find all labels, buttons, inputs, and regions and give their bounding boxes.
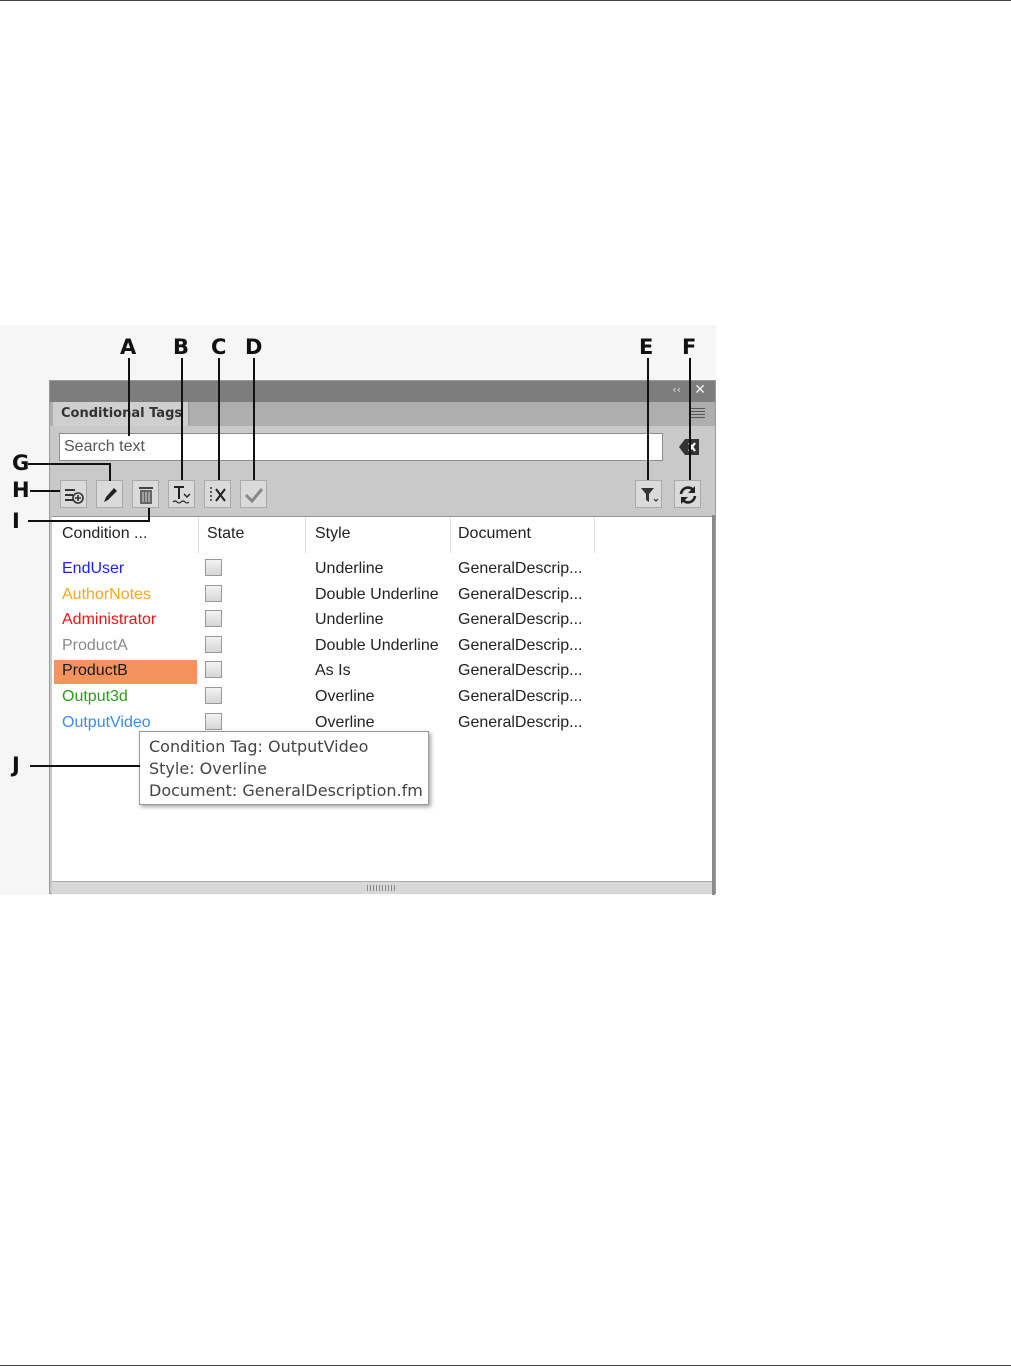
refresh-icon (679, 486, 697, 504)
condition-name[interactable]: AuthorNotes (62, 586, 151, 604)
search-input[interactable]: Search text (59, 433, 663, 461)
new-tag-icon (65, 489, 84, 504)
callout-line-j (30, 765, 140, 767)
panel-right-edge (712, 515, 715, 895)
style-value: As Is (315, 662, 351, 680)
callout-i: I (12, 509, 20, 533)
tab-conditional-tags[interactable]: Conditional Tags (53, 402, 189, 426)
style-value: Double Underline (315, 636, 439, 654)
state-checkbox[interactable] (205, 687, 222, 704)
remove-tags-button[interactable] (204, 480, 231, 508)
style-value: Underline (315, 560, 384, 577)
callout-d: D (245, 335, 263, 359)
delete-tag-button[interactable] (132, 480, 159, 508)
table-row[interactable]: Output3d Overline GeneralDescrip... (52, 686, 612, 710)
table-row[interactable]: AuthorNotes Double Underline GeneralDescri… (52, 584, 612, 608)
state-checkbox[interactable] (205, 661, 222, 679)
callout-line-g-drop (109, 463, 111, 481)
filter-button[interactable] (635, 480, 662, 508)
style-value: Overline (315, 688, 375, 705)
tooltip-condition: Condition Tag: OutputVideo (149, 737, 369, 756)
style-value: Double Underline (315, 585, 439, 603)
document-value: GeneralDescrip... (458, 688, 583, 705)
column-separator (594, 517, 595, 553)
condition-name[interactable]: ProductA (62, 637, 128, 655)
filter-icon (641, 488, 659, 502)
apply-style-button[interactable] (168, 480, 195, 508)
callout-line-b (181, 358, 183, 480)
state-checkbox[interactable] (205, 584, 222, 602)
callout-h: H (12, 478, 30, 502)
callout-e: E (639, 335, 654, 359)
state-checkbox[interactable] (205, 559, 222, 576)
column-separator (305, 517, 306, 553)
callout-line-h (30, 490, 60, 492)
callout-f: F (682, 335, 697, 359)
callout-b: B (173, 335, 190, 359)
resize-grip-icon[interactable] (367, 885, 397, 891)
new-tag-button[interactable] (60, 480, 87, 508)
condition-list[interactable]: Condition ... State Style Document EndUs… (52, 516, 712, 884)
page-top-rule (0, 0, 1011, 1)
document-value: GeneralDescrip... (458, 636, 583, 654)
column-separator (198, 517, 199, 553)
callout-line-a (128, 358, 130, 436)
condition-name[interactable]: Output3d (62, 688, 128, 706)
table-row[interactable]: EndUser Underline GeneralDescrip... (52, 558, 612, 582)
remove-tags-icon (210, 487, 226, 503)
apply-style-icon (172, 486, 191, 504)
callout-line-c (218, 358, 220, 480)
document-value: GeneralDescrip... (458, 560, 583, 577)
callout-j: J (12, 753, 20, 777)
tab-strip: Conditional Tags (50, 402, 715, 426)
state-checkbox[interactable] (205, 712, 222, 730)
table-row[interactable]: ProductB As Is GeneralDescrip... (52, 660, 612, 685)
condition-name[interactable]: OutputVideo (62, 714, 151, 732)
refresh-button[interactable] (674, 480, 701, 508)
document-value: GeneralDescrip... (458, 713, 583, 731)
state-checkbox[interactable] (205, 610, 222, 628)
check-icon (244, 488, 264, 504)
panel-menu-icon[interactable] (691, 408, 705, 419)
panel-titlebar[interactable]: ‹‹ ✕ (50, 381, 715, 402)
tag-tooltip: Condition Tag: OutputVideo Style: Overli… (139, 731, 429, 805)
table-row[interactable]: ProductA Double Underline GeneralDescrip..… (52, 635, 612, 659)
style-value: Overline (315, 713, 375, 731)
callout-line-f (689, 358, 691, 480)
collapse-icon[interactable]: ‹‹ (672, 383, 681, 396)
document-value: GeneralDescrip... (458, 662, 583, 680)
document-value: GeneralDescrip... (458, 611, 583, 629)
condition-name[interactable]: Administrator (62, 611, 156, 629)
show-hide-apply-button[interactable] (240, 480, 267, 508)
edit-tag-button[interactable] (96, 480, 123, 508)
callout-line-d (253, 358, 255, 480)
condition-name[interactable]: ProductB (62, 662, 128, 680)
callout-line-g (28, 463, 110, 465)
edit-icon (104, 488, 117, 502)
conditional-tags-panel: ‹‹ ✕ Conditional Tags Search text Condit… (49, 380, 716, 894)
style-value: Underline (315, 611, 384, 629)
trash-icon (139, 487, 153, 504)
callout-g: G (12, 451, 30, 475)
state-checkbox[interactable] (205, 635, 222, 653)
column-header-document[interactable]: Document (458, 525, 531, 543)
callout-line-i-rise (148, 508, 150, 522)
table-row[interactable]: Administrator Underline GeneralDescrip... (52, 609, 612, 633)
callout-a: A (120, 335, 137, 359)
document-value: GeneralDescrip... (458, 585, 583, 603)
column-header-condition[interactable]: Condition ... (62, 525, 147, 543)
column-header-state[interactable]: State (207, 525, 244, 543)
tooltip-document: Document: GeneralDescription.fm (149, 781, 423, 800)
column-separator (450, 517, 451, 553)
resize-strip[interactable] (52, 881, 713, 894)
callout-c: C (211, 335, 227, 359)
callout-line-e (647, 358, 649, 480)
page-bottom-rule (0, 1365, 1011, 1366)
callout-line-i (28, 520, 150, 522)
close-icon[interactable]: ✕ (694, 382, 706, 398)
condition-name[interactable]: EndUser (62, 560, 124, 578)
column-header-style[interactable]: Style (315, 525, 351, 543)
tooltip-style: Style: Overline (149, 759, 268, 778)
